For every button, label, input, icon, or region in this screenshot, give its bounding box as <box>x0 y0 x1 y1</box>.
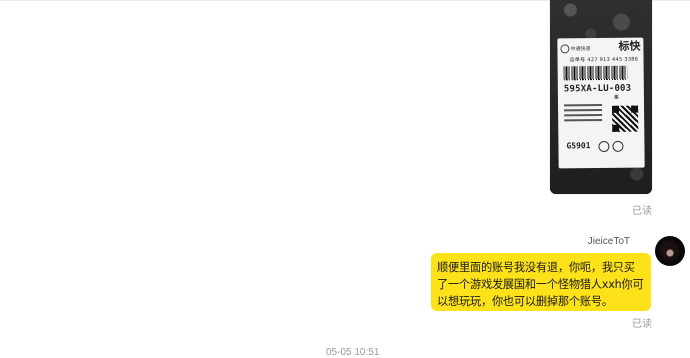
sort-code: 595XA-LU-003 <box>563 83 632 95</box>
sender-name: JieiceToT <box>587 236 630 247</box>
service-type: 标快 <box>618 39 641 53</box>
stamp-circle <box>612 140 624 152</box>
avatar-figure <box>661 241 679 261</box>
barcode <box>563 65 628 81</box>
label-code: G5901 <box>566 141 591 151</box>
message-text: 顺便里面的账号我没有退，你呃，我只买了一个游戏发展国和一个怪物猎人xxh你可以想… <box>437 261 644 308</box>
read-status: 已读 <box>632 206 652 217</box>
image-message[interactable]: 中通快递 标快 运单号 427 913 445 3386 595XA-LU-00… <box>550 0 652 194</box>
text-message-bubble[interactable]: 顺便里面的账号我没有退，你呃，我只买了一个游戏发展国和一个怪物猎人xxh你可以想… <box>431 253 651 311</box>
sort-sub: 集 <box>613 94 619 101</box>
stamp-circle <box>598 140 610 153</box>
shipping-label: 中通快递 标快 运单号 427 913 445 3386 595XA-LU-00… <box>557 37 645 169</box>
avatar[interactable] <box>655 236 685 266</box>
timestamp: 05-05 10:51 <box>326 347 380 358</box>
tracking-number: 运单号 427 913 445 3386 <box>569 56 639 64</box>
courier-logo: 中通快递 <box>560 44 590 54</box>
address-lines <box>564 103 603 124</box>
read-status: 已读 <box>632 319 652 330</box>
qr-code <box>612 105 639 132</box>
